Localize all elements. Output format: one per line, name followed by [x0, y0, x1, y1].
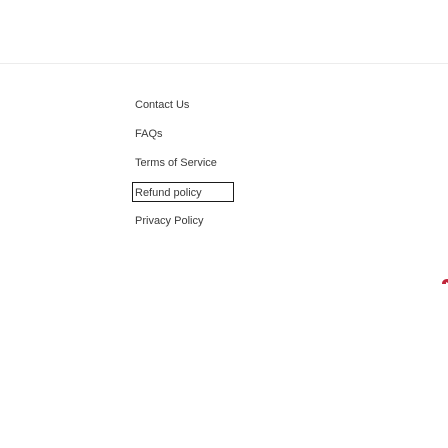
footer-link-item-privacy: Privacy Policy [135, 214, 217, 228]
partial-red-icon-svg [442, 279, 448, 284]
terms-of-service-link[interactable]: Terms of Service [135, 157, 217, 169]
footer-link-item-faqs: FAQs [135, 127, 217, 141]
contact-us-link[interactable]: Contact Us [135, 99, 189, 111]
faqs-link[interactable]: FAQs [135, 128, 163, 140]
top-bar [0, 0, 448, 64]
refund-policy-link[interactable]: Refund policy [132, 182, 234, 202]
footer-link-item-terms: Terms of Service [135, 156, 217, 170]
footer-link-item-contact: Contact Us [135, 98, 217, 112]
privacy-policy-link[interactable]: Privacy Policy [135, 215, 203, 227]
partial-red-icon[interactable] [442, 275, 448, 284]
footer-links: Contact Us FAQs Terms of Service Refund … [132, 98, 234, 243]
